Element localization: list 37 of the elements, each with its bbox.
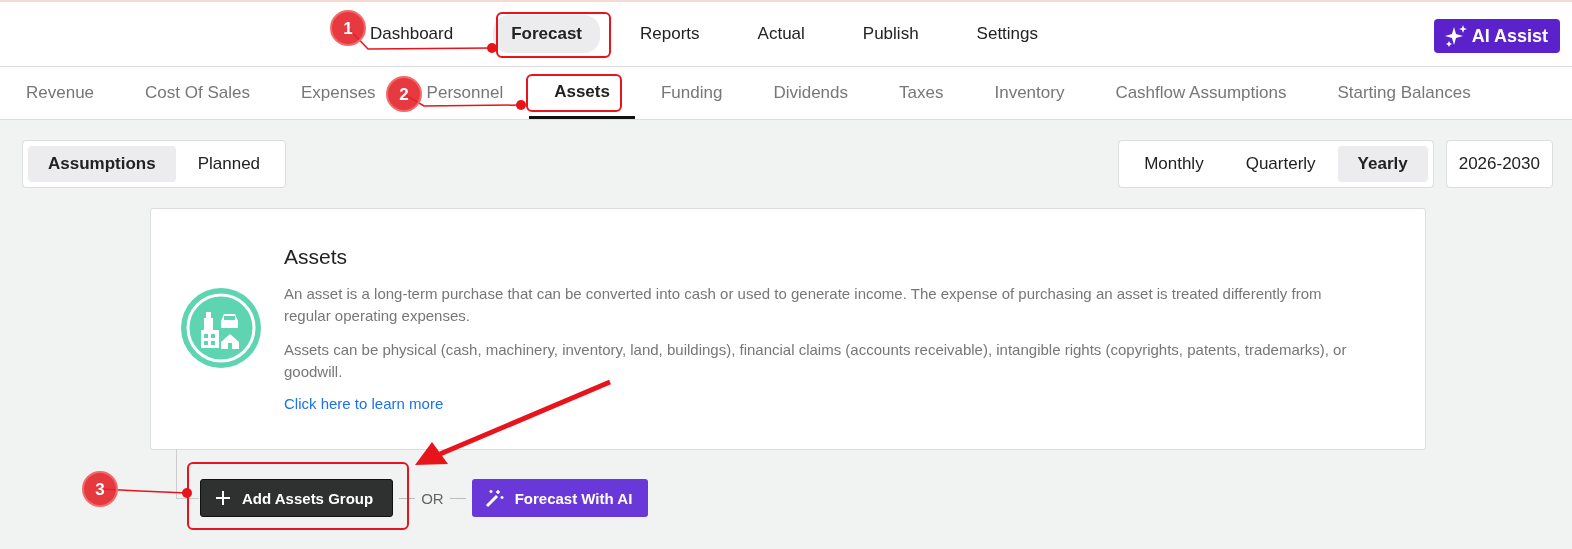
nav-tab[interactable]: Actual [757, 15, 805, 53]
description-text: An asset is a long-term purchase that can be converted into cash or used to generate income. The expense of purchasing an asset is treated differently from regular operating expenses. [284, 283, 1323, 326]
section-tab[interactable]: Cost Of Sales [145, 83, 250, 103]
ai-assist-button[interactable]: AI Assist [1433, 19, 1560, 53]
period-option[interactable]: Monthly [1124, 146, 1224, 182]
view-option[interactable]: Planned [177, 146, 281, 182]
view-option[interactable]: Assumptions [28, 146, 176, 182]
section-tab[interactable]: Cashflow Assumptions [1115, 83, 1287, 103]
section-tab[interactable]: Dividends [773, 83, 849, 103]
step-badge: 1 [330, 10, 366, 46]
step-badge: 2 [386, 76, 422, 112]
period-option[interactable]: Quarterly [1225, 146, 1336, 182]
section-tab[interactable]: Assets [529, 67, 635, 119]
nav-tab[interactable]: Dashboard [370, 15, 454, 53]
nav-tab[interactable]: Settings [976, 15, 1039, 53]
or-separator: OR [421, 489, 444, 507]
nav-tab[interactable]: Forecast [493, 15, 601, 53]
nav-tab[interactable]: Publish [862, 15, 919, 53]
city-assets-icon [181, 288, 261, 368]
step-badge: 3 [82, 471, 118, 507]
date-range-selector[interactable]: 2026-2030 [1445, 140, 1553, 188]
learn-more-link[interactable]: Click here to learn more [284, 394, 444, 412]
nav-tab[interactable]: Reports [640, 15, 700, 53]
section-tab[interactable]: Expenses [300, 83, 376, 103]
magic-wand-icon [484, 488, 505, 508]
section-tab[interactable]: Inventory [994, 83, 1065, 103]
section-tab[interactable]: Personnel [426, 83, 504, 103]
section-tab[interactable]: Starting Balances [1337, 83, 1471, 103]
add-group-button[interactable]: Add Assets Group [200, 479, 394, 517]
period-option[interactable]: Yearly [1337, 146, 1428, 182]
section-tab[interactable]: Funding [660, 83, 723, 103]
section-tab[interactable]: Revenue [26, 83, 95, 103]
card-title: Assets [284, 244, 348, 269]
description-text: Assets can be physical (cash, machinery, inventory, land, buildings), financial claims (accounts receivable), intangible rights (copyrights, patents, trademarks), or goodwill. [284, 339, 1348, 382]
plus-icon [216, 491, 230, 505]
section-tab[interactable]: Taxes [899, 83, 944, 103]
forecast-ai-button[interactable]: Forecast With AI [471, 479, 649, 517]
